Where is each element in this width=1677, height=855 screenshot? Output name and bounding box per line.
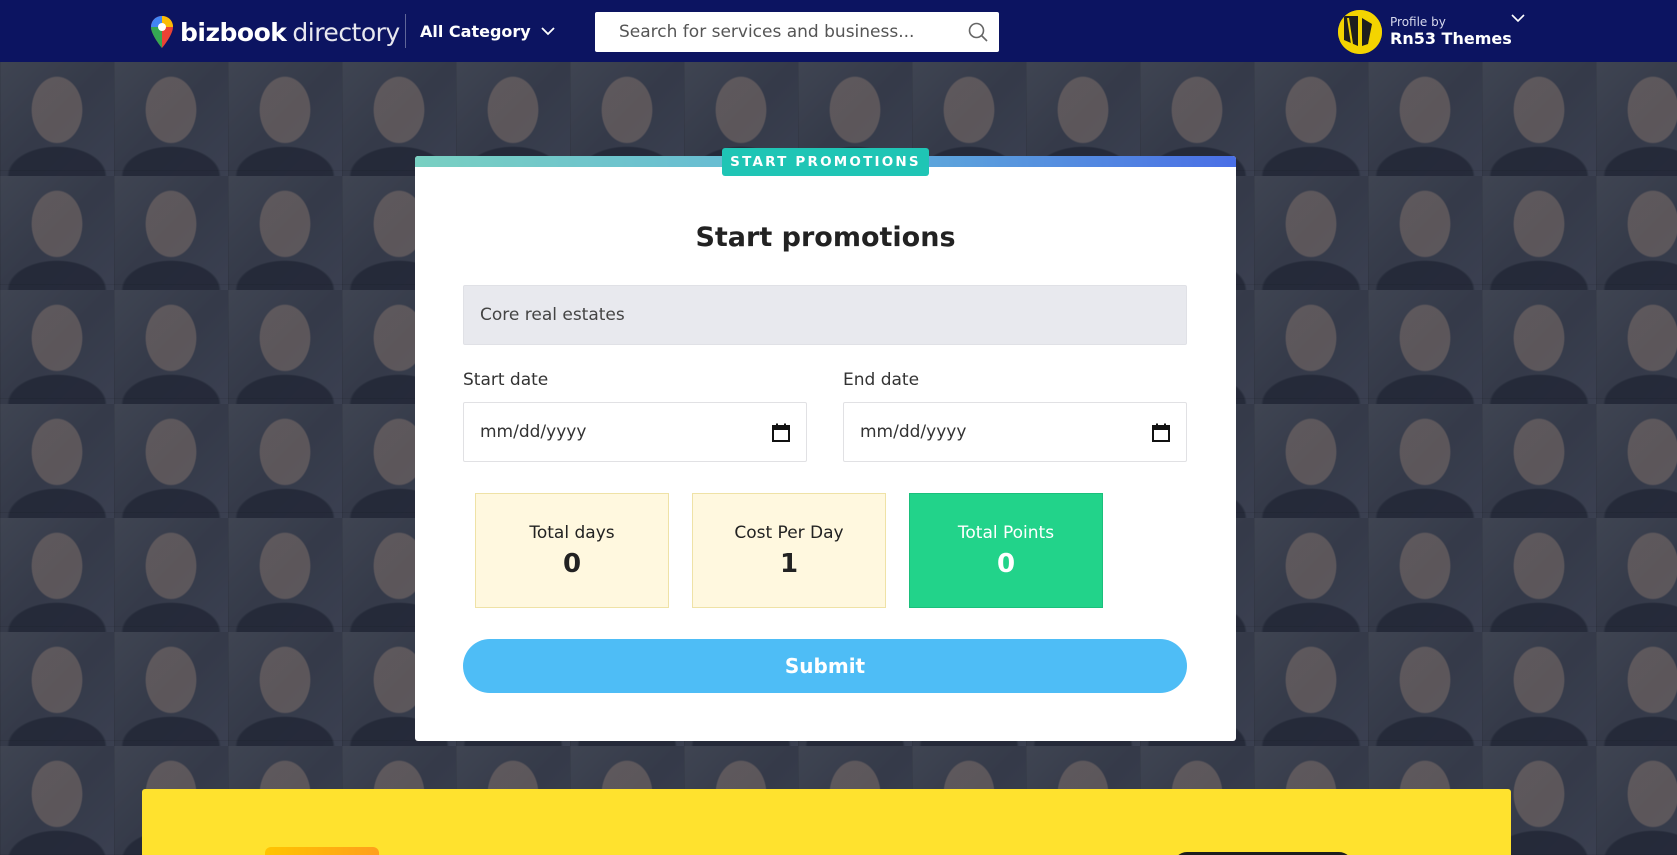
total-days-value: 0 — [562, 548, 582, 579]
banner-graphic-left — [265, 847, 379, 855]
total-days-label: Total days — [529, 522, 615, 543]
profile-menu[interactable]: Profile by Rn53 Themes — [1338, 9, 1512, 55]
start-promotions-card: START PROMOTIONS Start promotions Core r… — [415, 148, 1236, 741]
listing-value: Core real estates — [480, 305, 625, 325]
end-date-placeholder: mm/dd/yyyy — [860, 422, 967, 442]
search-bar — [595, 12, 999, 52]
start-date-input[interactable]: mm/dd/yyyy — [463, 402, 807, 462]
profile-name: Rn53 Themes — [1390, 28, 1512, 48]
profile-chevron-down-icon[interactable] — [1510, 13, 1526, 23]
listing-select[interactable]: Core real estates — [463, 285, 1187, 345]
start-date-placeholder: mm/dd/yyyy — [480, 422, 587, 442]
calendar-icon[interactable] — [772, 423, 790, 442]
category-label: All Category — [420, 21, 531, 41]
calendar-icon[interactable] — [1152, 423, 1170, 442]
end-date-input[interactable]: mm/dd/yyyy — [843, 402, 1187, 462]
bottom-promo-banner — [142, 789, 1511, 855]
total-days-box: Total days 0 — [475, 493, 669, 608]
search-input[interactable] — [619, 22, 967, 42]
page-title: Start promotions — [695, 222, 956, 253]
avatar-image — [1338, 10, 1382, 54]
total-points-value: 0 — [996, 548, 1016, 579]
top-header: bizbookdirectory All Category Profile by… — [0, 0, 1677, 62]
map-pin-icon — [151, 16, 173, 48]
cost-per-day-box: Cost Per Day 1 — [692, 493, 886, 608]
total-points-box: Total Points 0 — [909, 493, 1103, 608]
chevron-down-icon — [541, 26, 555, 35]
submit-button[interactable]: Submit — [463, 639, 1187, 693]
logo-text: bizbook directory — [180, 18, 400, 47]
end-date-label: End date — [843, 370, 920, 390]
profile-text: Profile by Rn53 Themes — [1390, 14, 1512, 48]
cost-per-day-value: 1 — [779, 548, 799, 579]
cost-per-day-label: Cost Per Day — [734, 522, 844, 543]
avatar — [1338, 10, 1382, 54]
search-icon[interactable] — [967, 21, 989, 43]
all-category-dropdown[interactable]: All Category — [420, 18, 555, 44]
start-promotions-badge: START PROMOTIONS — [722, 148, 929, 176]
profile-by-label: Profile by — [1390, 14, 1446, 29]
start-date-label: Start date — [463, 370, 549, 390]
site-logo[interactable]: bizbook directory — [150, 14, 400, 50]
logo-bold: bizbook — [180, 17, 287, 47]
logo-light: directory — [292, 17, 400, 47]
total-points-label: Total Points — [957, 522, 1055, 543]
header-divider — [405, 14, 406, 48]
